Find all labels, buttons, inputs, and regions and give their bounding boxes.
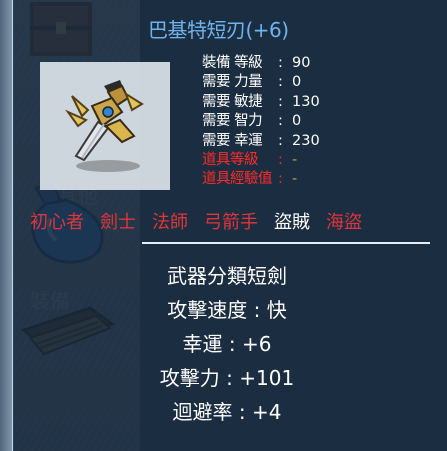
requirement-label: 需要 幸運 [202,132,263,149]
requirement-value: 230 [292,132,320,149]
requirement-separator: : [278,171,283,188]
item-name-title: 巴基特短刃(+6) [148,18,289,42]
requirement-row: 裝備 等級:90 [202,54,320,73]
attribute-line: 攻擊力 : +101 [159,366,295,390]
item-icon-frame [40,62,170,190]
attribute-line: 武器分類短劍 [167,264,287,288]
requirement-label: 道具經驗值 [202,171,273,188]
requirement-row: 需要 智力:0 [202,112,320,131]
requirement-value: - [292,152,298,169]
requirement-list: 裝備 等級:90 需要 力量:0 需要 敏捷:130 需要 智力:0 需要 幸運:230… [202,54,320,190]
job-list: 初心者 劍士 法師 弓箭手 盜賊 海盜 [30,208,378,234]
requirement-label: 需要 力量 [202,74,263,91]
job-label: 弓箭手 [204,212,258,233]
requirement-separator: : [278,113,283,130]
attribute-line: 迴避率 : +4 [172,400,282,424]
job-label: 初心者 [30,212,84,233]
attribute-line: 幸運 : +6 [182,332,272,356]
requirement-separator: : [278,55,283,71]
divider [142,242,430,244]
requirement-value: - [292,171,298,188]
requirement-row: 需要 力量:0 [202,73,320,92]
requirement-separator: : [278,152,283,169]
requirement-label: 需要 智力 [202,113,263,130]
requirement-separator: : [278,74,283,91]
requirement-value: 130 [292,93,320,110]
requirement-row: 道具經驗值: - [202,170,320,189]
job-label: 盜賊 [274,212,310,233]
requirement-value: 90 [292,55,311,71]
requirement-label: 裝備 等級 [202,55,263,71]
item-tooltip: 巴基特短刃(+6) 裝備 等級:90 需要 力量:0 需要 敏捷:130 需要 智力:… [12,0,447,451]
attribute-list: 武器分類短劍 攻擊速度 : 快幸運 : +6 攻擊力 : +101 迴避率 : +4 [142,264,312,434]
requirement-separator: : [278,93,283,110]
job-label: 劍士 [100,212,136,233]
job-label: 法師 [152,212,188,233]
requirement-value: 0 [292,113,302,130]
job-label: 海盜 [326,212,362,233]
requirement-row: 需要 幸運:230 [202,132,320,151]
requirement-separator: : [278,132,283,149]
requirement-row: 需要 敏捷:130 [202,93,320,112]
requirement-label: 需要 敏捷 [202,93,263,110]
requirement-row: 道具等級: - [202,151,320,170]
requirement-label: 道具等級 [202,152,259,169]
attribute-line: 攻擊速度 : 快 [167,298,287,322]
dagger-icon [65,80,144,172]
requirement-value: 0 [292,74,302,91]
